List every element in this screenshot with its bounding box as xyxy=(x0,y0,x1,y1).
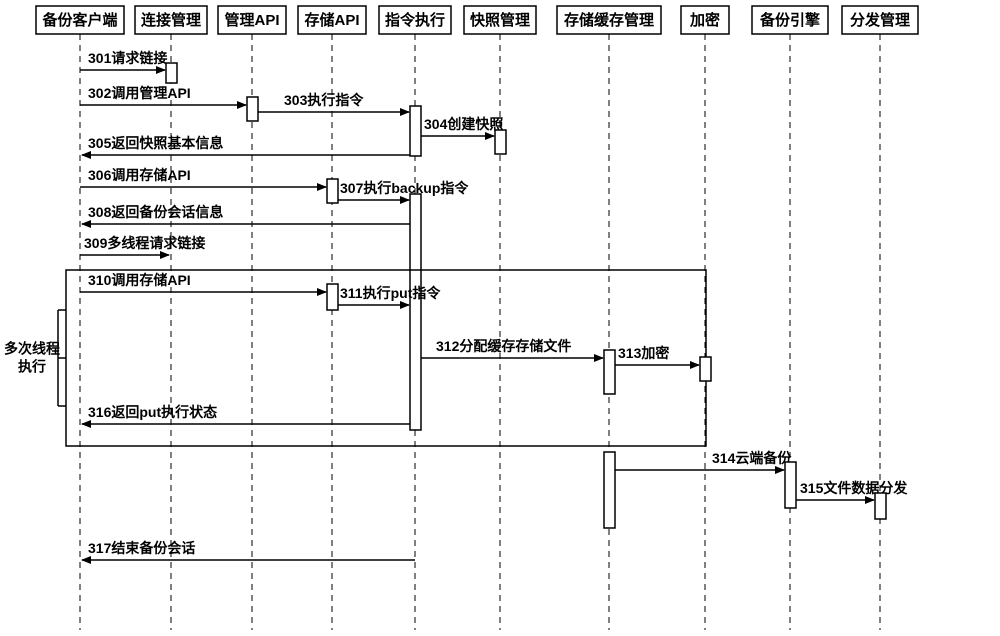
fragment-label-line1: 多次线程 xyxy=(4,341,60,357)
participant-mgmtapi: 管理API xyxy=(224,11,279,29)
activation-storeapi-310 xyxy=(327,284,338,310)
msg-310: 310调用存储API xyxy=(88,272,191,288)
fragment-label-line2: 执行 xyxy=(18,359,46,375)
participant-dist: 分发管理 xyxy=(850,11,910,29)
msg-302: 302调用管理API xyxy=(88,85,191,101)
activation-storeapi-306 xyxy=(327,179,338,203)
participant-cache: 存储缓存管理 xyxy=(564,11,654,29)
msg-303: 303执行指令 xyxy=(284,92,364,108)
activation-mgmtapi-302 xyxy=(247,97,258,121)
participant-enc: 加密 xyxy=(689,11,720,29)
msg-315: 315文件数据分发 xyxy=(800,480,908,496)
msg-312: 312分配缓存存储文件 xyxy=(436,338,571,354)
participant-engine: 备份引擎 xyxy=(759,11,820,29)
activation-dist-315 xyxy=(875,493,886,519)
participant-storeapi: 存储API xyxy=(304,11,359,29)
msg-313: 313加密 xyxy=(618,345,669,361)
activation-engine-314 xyxy=(785,462,796,508)
messages: 301请求链接 302调用管理API 303执行指令 304创建快照 305返回… xyxy=(4,50,908,560)
msg-308: 308返回备份会话信息 xyxy=(88,204,223,220)
participant-cmd: 指令执行 xyxy=(385,11,445,29)
msg-306: 306调用存储API xyxy=(88,167,191,183)
msg-316: 316返回put执行状态 xyxy=(88,404,217,420)
msg-309: 309多线程请求链接 xyxy=(84,235,205,251)
activation-snap-304 xyxy=(495,130,506,154)
participants-row: 备份客户端 连接管理 管理API 存储API 指令执行 快照管理 存储缓存管理 … xyxy=(36,6,918,34)
activation-enc-313 xyxy=(700,357,711,381)
activation-cache-314 xyxy=(604,452,615,528)
participant-snap: 快照管理 xyxy=(470,11,530,29)
participant-conn: 连接管理 xyxy=(141,11,201,29)
activation-cmd-303 xyxy=(410,106,421,156)
msg-317: 317结束备份会话 xyxy=(88,540,195,556)
msg-305: 305返回快照基本信息 xyxy=(88,135,223,151)
activation-cmd-backup xyxy=(410,194,421,430)
msg-304: 304创建快照 xyxy=(424,116,503,132)
participant-client: 备份客户端 xyxy=(41,11,117,29)
msg-301: 301请求链接 xyxy=(88,50,167,66)
activation-conn-301 xyxy=(166,63,177,83)
msg-311: 311执行put指令 xyxy=(340,285,441,301)
msg-314: 314云端备份 xyxy=(712,450,792,466)
activation-cache-312 xyxy=(604,350,615,394)
msg-307: 307执行backup指令 xyxy=(340,180,469,196)
sequence-diagram: 备份客户端 连接管理 管理API 存储API 指令执行 快照管理 存储缓存管理 … xyxy=(0,0,1000,636)
